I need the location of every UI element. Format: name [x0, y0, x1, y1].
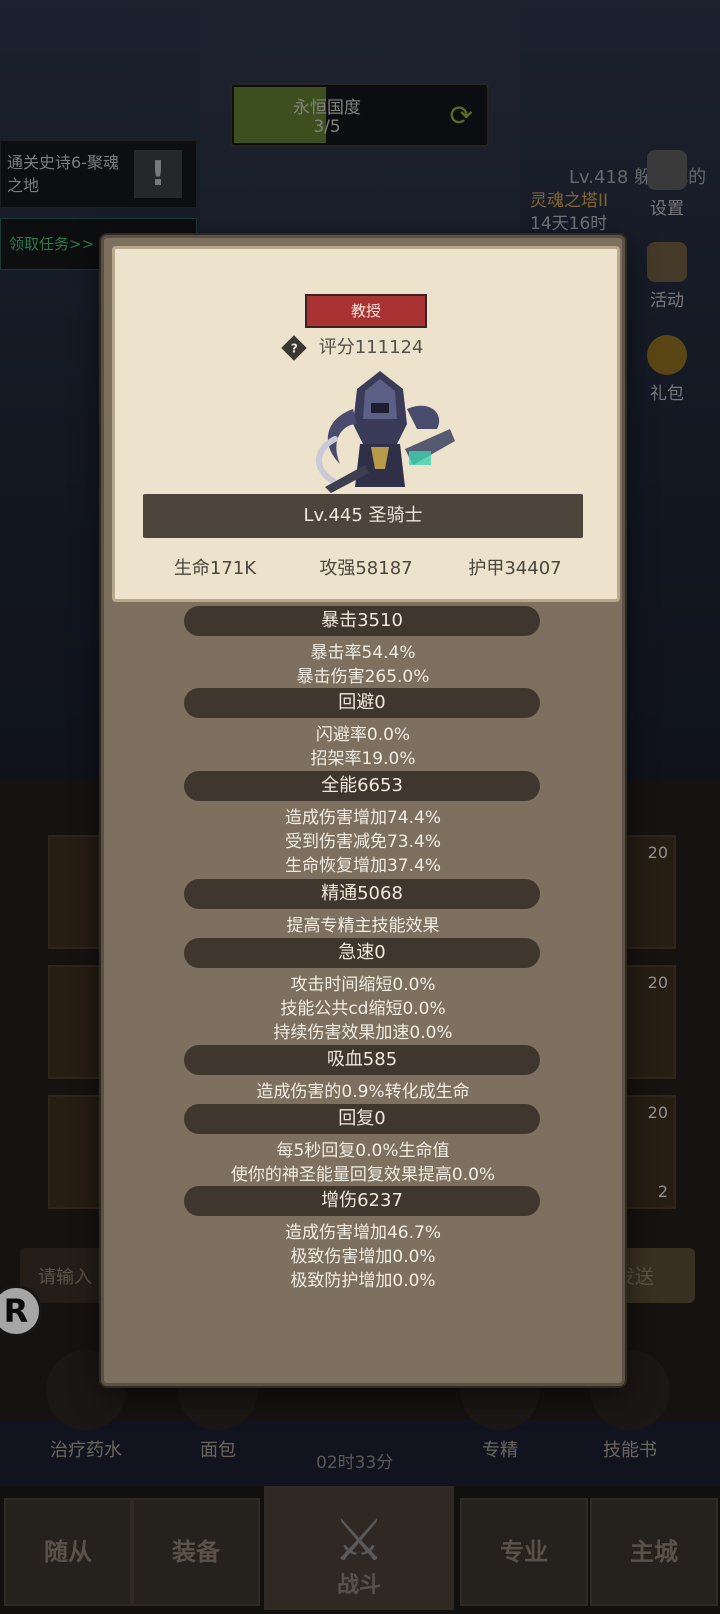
hero-level-class: Lv.445 圣骑士 — [143, 494, 583, 538]
paladin-portrait — [316, 371, 455, 493]
hero-score: 评分111124 — [318, 337, 424, 358]
character-stats-modal: 教授 ? 评分111124 Lv.445 圣骑士 生命171K 攻强58187 … — [101, 235, 625, 1386]
stat-category: 回避0 — [184, 688, 540, 718]
stat-detail: 攻击时间缩短0.0% — [290, 975, 436, 995]
stat-category: 急速0 — [184, 938, 540, 968]
hero-armor: 护甲34407 — [468, 558, 562, 579]
hero-attack: 攻强58187 — [319, 558, 413, 579]
hero-title-badge: 教授 — [305, 294, 427, 328]
stat-detail: 每5秒回复0.0%生命值 — [276, 1141, 450, 1161]
score-row: ? 评分111124 — [281, 333, 424, 363]
stat-detail: 技能公共cd缩短0.0% — [280, 999, 446, 1019]
stat-category: 吸血585 — [184, 1045, 540, 1075]
stat-category: 增伤6237 — [184, 1186, 540, 1216]
stat-detail: 提高专精主技能效果 — [286, 916, 440, 936]
stat-category: 精通5068 — [184, 879, 540, 909]
stat-detail: 极致伤害增加0.0% — [290, 1247, 436, 1267]
stat-detail: 生命恢复增加37.4% — [284, 856, 441, 876]
hero-core-stats: 生命171K 攻强58187 护甲34407 — [115, 554, 617, 584]
stat-category: 回复0 — [184, 1104, 540, 1134]
stat-detail: 暴击率54.4% — [310, 643, 416, 663]
stat-detail: 造成伤害增加74.4% — [284, 808, 441, 828]
stat-detail: 造成伤害增加46.7% — [284, 1223, 441, 1243]
help-icon[interactable]: ? — [281, 335, 307, 361]
stat-detail: 极致防护增加0.0% — [290, 1271, 436, 1291]
stat-category: 暴击3510 — [184, 606, 540, 636]
stat-category: 全能6653 — [184, 771, 540, 801]
stat-detail: 造成伤害的0.9%转化成生命 — [256, 1082, 470, 1102]
stat-detail: 持续伤害效果加速0.0% — [273, 1023, 453, 1043]
stat-detail: 暴击伤害265.0% — [296, 667, 430, 687]
stat-detail: 受到伤害减免73.4% — [284, 832, 441, 852]
stat-detail: 使你的神圣能量回复效果提高0.0% — [230, 1165, 496, 1185]
stat-detail: 闪避率0.0% — [315, 725, 411, 745]
hero-hp: 生命171K — [173, 558, 257, 579]
stat-detail: 招架率19.0% — [310, 749, 416, 769]
hero-card: 教授 ? 评分111124 Lv.445 圣骑士 生命171K 攻强58187 … — [112, 246, 620, 602]
